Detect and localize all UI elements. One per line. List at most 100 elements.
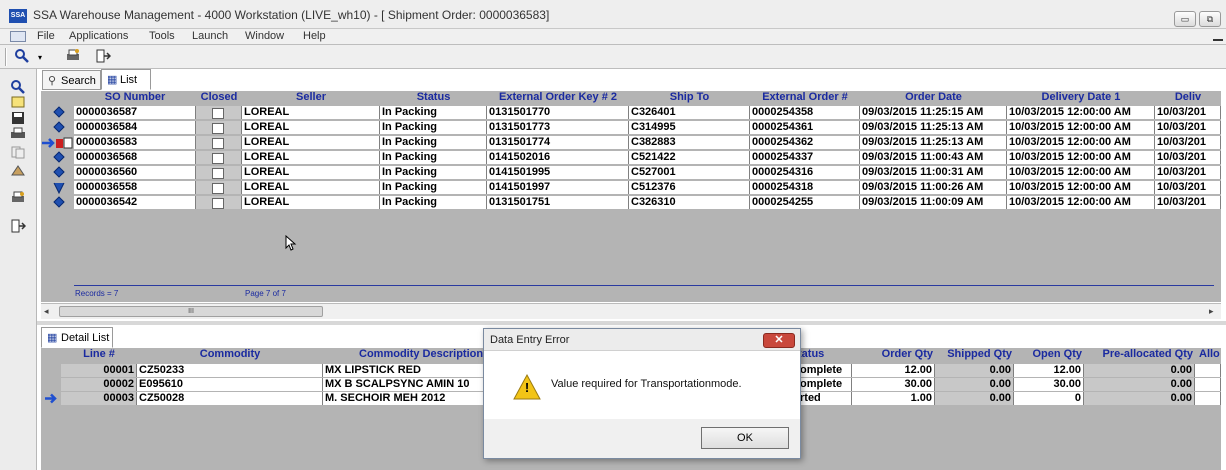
cell-order-date[interactable]: 09/03/2015 11:00:31 AM xyxy=(860,166,1007,179)
table-row[interactable]: 0000036558 LOREAL In Packing 0141501997 C512… xyxy=(41,180,1221,195)
column-header-ship-to[interactable]: Ship To xyxy=(629,91,750,104)
closed-checkbox[interactable] xyxy=(212,108,224,119)
cell-ext[interactable]: 0000254318 xyxy=(750,181,860,194)
cell-closed[interactable] xyxy=(196,166,242,179)
copy-icon[interactable] xyxy=(9,145,27,161)
cell-shipped[interactable]: 0.00 xyxy=(935,364,1014,377)
cell-ext[interactable]: 0000254337 xyxy=(750,151,860,164)
cell-prealloc[interactable]: 0.00 xyxy=(1084,364,1195,377)
cell-seller[interactable]: LOREAL xyxy=(242,151,380,164)
exit-icon[interactable] xyxy=(9,219,27,235)
scroll-right-icon[interactable]: ▸ xyxy=(1209,306,1214,317)
cell-ext2[interactable]: 0131501773 xyxy=(487,121,629,134)
column-header-external-order-key-2[interactable]: External Order Key # 2 xyxy=(487,91,629,104)
restore-button[interactable]: ⧉ xyxy=(1199,11,1221,27)
cell-order-date[interactable]: 09/03/2015 11:25:15 AM xyxy=(860,106,1007,119)
column-header-open-qty[interactable]: Open Qty xyxy=(1014,348,1084,361)
column-header-commodity-description[interactable]: Commodity Description xyxy=(323,348,488,361)
menu-launch[interactable]: Launch xyxy=(192,30,228,42)
cell-line[interactable]: 00003 xyxy=(61,392,137,405)
cell-closed[interactable] xyxy=(196,136,242,149)
clear-icon[interactable] xyxy=(9,163,27,179)
cell-closed[interactable] xyxy=(196,151,242,164)
scroll-left-icon[interactable]: ◂ xyxy=(44,306,49,317)
cell-deliv[interactable]: 10/03/201 xyxy=(1155,196,1221,209)
column-header-delivery-date-1[interactable]: Delivery Date 1 xyxy=(1007,91,1155,104)
cell-deliv[interactable]: 10/03/201 xyxy=(1155,121,1221,134)
horizontal-scrollbar[interactable]: ◂ III ▸ xyxy=(41,303,1221,319)
tab-list[interactable]: ▦ List xyxy=(101,69,151,90)
column-header-shipped-qty[interactable]: Shipped Qty xyxy=(935,348,1014,361)
cell-prealloc[interactable]: 0.00 xyxy=(1084,392,1195,405)
cell-status[interactable]: omplete xyxy=(798,364,852,377)
table-row[interactable]: 0000036560 LOREAL In Packing 0141501995 C527… xyxy=(41,165,1221,180)
cell-status[interactable]: omplete xyxy=(798,378,852,391)
closed-checkbox[interactable] xyxy=(212,168,224,179)
cell-seller[interactable]: LOREAL xyxy=(242,196,380,209)
cell-commodity[interactable]: CZ50233 xyxy=(137,364,323,377)
column-header-pre-allocated-qty[interactable]: Pre-allocated Qty xyxy=(1084,348,1195,361)
cell-order-qty[interactable]: 12.00 xyxy=(852,364,935,377)
cell-seller[interactable]: LOREAL xyxy=(242,181,380,194)
cell-prealloc[interactable]: 0.00 xyxy=(1084,378,1195,391)
column-header-closed[interactable]: Closed xyxy=(196,91,242,104)
cell-ext[interactable]: 0000254316 xyxy=(750,166,860,179)
table-row[interactable]: 0000036587 LOREAL In Packing 0131501770 C326… xyxy=(41,105,1221,120)
search-icon[interactable] xyxy=(12,48,32,66)
cell-ship-to[interactable]: C512376 xyxy=(629,181,750,194)
cell-closed[interactable] xyxy=(196,106,242,119)
cell-so[interactable]: 0000036584 xyxy=(74,121,196,134)
column-header-seller[interactable]: Seller xyxy=(242,91,380,104)
cell-deliv[interactable]: 10/03/201 xyxy=(1155,106,1221,119)
cell-order-qty[interactable]: 30.00 xyxy=(852,378,935,391)
cell-ext2[interactable]: 0141501995 xyxy=(487,166,629,179)
closed-checkbox[interactable] xyxy=(212,198,224,209)
table-row[interactable]: 0000036584 LOREAL In Packing 0131501773 C314… xyxy=(41,120,1221,135)
cell-commodity[interactable]: E095610 xyxy=(137,378,323,391)
cell-seller[interactable]: LOREAL xyxy=(242,136,380,149)
cell-so[interactable]: 0000036568 xyxy=(74,151,196,164)
cell-order-date[interactable]: 09/03/2015 11:00:26 AM xyxy=(860,181,1007,194)
column-header-deliv[interactable]: Deliv xyxy=(1155,91,1221,104)
chevron-down-icon[interactable]: ▾ xyxy=(38,53,42,62)
dialog-close-button[interactable]: ✕ xyxy=(763,333,795,348)
cell-status[interactable]: In Packing xyxy=(380,196,487,209)
exit-icon[interactable] xyxy=(93,48,113,66)
cell-deliv[interactable]: 10/03/201 xyxy=(1155,151,1221,164)
column-header-order-qty[interactable]: Order Qty xyxy=(852,348,935,361)
cell-line[interactable]: 00001 xyxy=(61,364,137,377)
cell-ext[interactable]: 0000254362 xyxy=(750,136,860,149)
cell-seller[interactable]: LOREAL xyxy=(242,106,380,119)
tab-search[interactable]: ⚲ Search xyxy=(42,70,101,90)
menu-tools[interactable]: Tools xyxy=(149,30,175,42)
cell-open[interactable]: 0 xyxy=(1014,392,1084,405)
cell-deliv[interactable]: 10/03/201 xyxy=(1155,166,1221,179)
cell-closed[interactable] xyxy=(196,181,242,194)
cell-allo[interactable] xyxy=(1195,392,1221,405)
cell-shipped[interactable]: 0.00 xyxy=(935,378,1014,391)
cell-delivery[interactable]: 10/03/2015 12:00:00 AM xyxy=(1007,151,1155,164)
print-icon[interactable] xyxy=(9,127,27,143)
cell-ext2[interactable]: 0141502016 xyxy=(487,151,629,164)
cell-open[interactable]: 30.00 xyxy=(1014,378,1084,391)
cell-status[interactable]: In Packing xyxy=(380,136,487,149)
menu-help[interactable]: Help xyxy=(303,30,326,42)
cell-status[interactable]: rted xyxy=(798,392,852,405)
cell-order-qty[interactable]: 1.00 xyxy=(852,392,935,405)
closed-checkbox[interactable] xyxy=(212,183,224,194)
new-icon[interactable] xyxy=(9,95,27,111)
column-header-so-number[interactable]: SO Number xyxy=(74,91,196,104)
column-header-line[interactable]: Line # xyxy=(61,348,137,361)
cell-shipped[interactable]: 0.00 xyxy=(935,392,1014,405)
cell-so[interactable]: 0000036560 xyxy=(74,166,196,179)
cell-ext2[interactable]: 0131501774 xyxy=(487,136,629,149)
cell-order-date[interactable]: 09/03/2015 11:25:13 AM xyxy=(860,121,1007,134)
column-header-external-order[interactable]: External Order # xyxy=(750,91,860,104)
cell-order-date[interactable]: 09/03/2015 11:00:43 AM xyxy=(860,151,1007,164)
column-header-status[interactable]: Status xyxy=(380,91,487,104)
cell-delivery[interactable]: 10/03/2015 12:00:00 AM xyxy=(1007,166,1155,179)
closed-checkbox[interactable] xyxy=(212,123,224,134)
save-icon[interactable] xyxy=(9,111,27,127)
cell-ship-to[interactable]: C521422 xyxy=(629,151,750,164)
printer-settings-icon[interactable] xyxy=(63,48,83,66)
